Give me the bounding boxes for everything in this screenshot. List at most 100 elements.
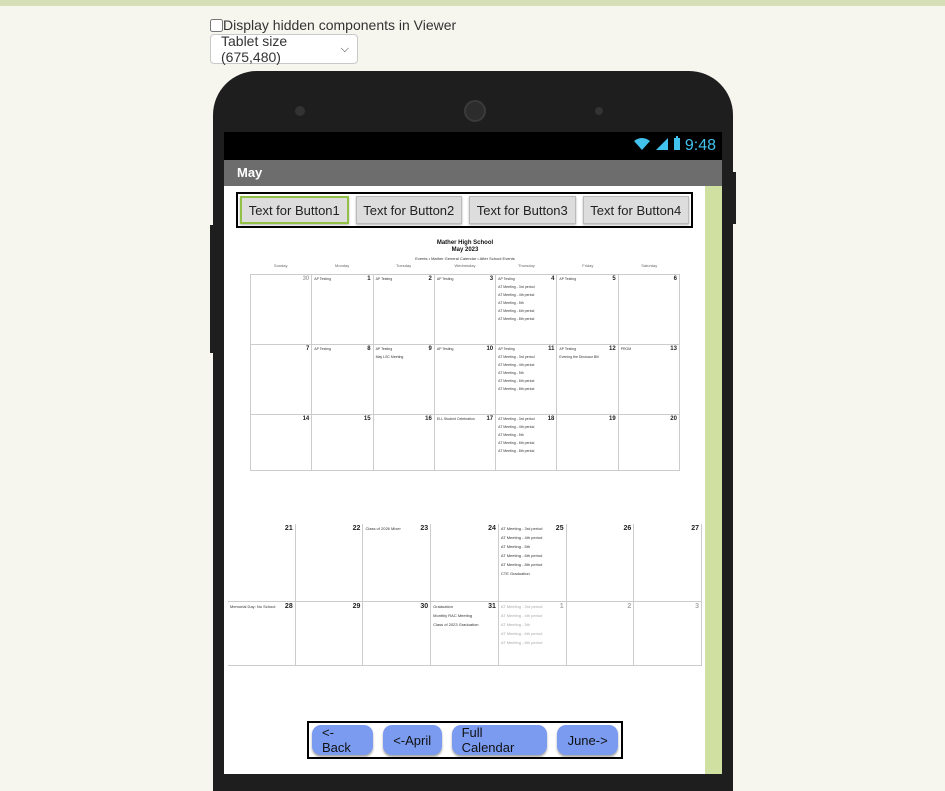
calendar-day-cell: 29 [295, 602, 364, 666]
screen-size-select[interactable]: Tablet size (675,480) ⌵ [210, 33, 358, 65]
calendar-week-row: 21 22 23 Class of 2026 Mixer 24 25 AT Meeting … [228, 524, 703, 602]
full-calendar-button[interactable]: Full Calendar [451, 725, 548, 755]
weekday-label: Thursday [518, 263, 535, 268]
calendar-day-cell: 11 AP Testing AT Meeting - 3rd period AT Me… [496, 345, 558, 415]
calendar-day-number: 22 [352, 525, 361, 532]
calendar-event: AT Meeting - 5th [500, 622, 531, 627]
screen-title: May [224, 160, 722, 186]
hidden-components-checkbox[interactable] [210, 18, 223, 32]
april-button[interactable]: <-April [382, 725, 442, 755]
calendar-event: AT Meeting - 6th period [498, 441, 535, 445]
calendar-day-number: 4 [551, 276, 555, 282]
calendar-day-number: 18 [547, 416, 555, 422]
calendar-event: Graduation [433, 604, 453, 609]
calendar-day-cell: 6 [618, 275, 680, 345]
calendar-event: Monthly RAC Meeting [433, 613, 473, 618]
calendar-day-number: 14 [302, 416, 310, 422]
calendar-day-number: 21 [284, 525, 293, 532]
calendar-day-number: 27 [691, 525, 700, 532]
calendar-event: AT Meeting - 8th period [500, 640, 543, 645]
calendar-event: AT Meeting - 6th period [498, 309, 535, 313]
calendar-event: AT Meeting - 6th period [500, 631, 543, 636]
calendar-week-row: 14 15 16 17 ELL Student Celebration 18 AT Meet… [251, 415, 680, 471]
calendar-day-cell: 1 AP Testing [312, 275, 374, 345]
calendar-event: AP Testing [559, 277, 577, 281]
calendar-event: AP Testing [314, 347, 331, 351]
calendar-event: AP Testing [498, 277, 515, 281]
calendar-event: AT Meeting - 5th [500, 544, 531, 549]
hidden-components-option[interactable]: Display hidden components in Viewer [210, 17, 456, 33]
calendar-day-cell: 23 Class of 2026 Mixer [363, 524, 432, 602]
status-time: 9:48 [684, 137, 716, 154]
calendar-day-number: 26 [623, 525, 632, 532]
calendar-school: Mather High School [436, 240, 494, 246]
calendar-event: AP Testing [498, 347, 515, 351]
calendar-event: AT Meeting - 8th period [498, 449, 535, 453]
calendar-day-number: 3 [489, 276, 494, 282]
calendar-image-top: Mather High School May 2023 Events • Mat… [250, 238, 680, 471]
calendar-event: Memorial Day: No School [230, 604, 276, 609]
calendar-day-cell: 14 [251, 415, 313, 471]
calendar-day-number: 28 [284, 603, 293, 610]
calendar-day-cell: 20 [618, 415, 680, 471]
calendar-event: AT Meeting - 3rd period [500, 604, 543, 609]
calendar-event: AT Meeting - 3rd period [498, 355, 535, 359]
status-bar: 9:48 [224, 132, 722, 160]
calendar-event: AT Meeting - 4th period [500, 613, 543, 618]
calendar-week-row: 30 1 AP Testing 2 AP Testing 3 AP Testing 4 AP T… [251, 275, 680, 345]
calendar-event: ELL Student Celebration [436, 417, 475, 421]
calendar-day-cell: 16 [373, 415, 435, 471]
chevron-down-icon: ⌵ [340, 42, 349, 55]
calendar-day-cell: 2 [566, 602, 635, 666]
calendar-day-cell: 21 [228, 524, 296, 602]
button4[interactable]: Text for Button4 [582, 196, 689, 224]
bottom-button-row: <-Back <-April Full Calendar June-> [307, 721, 623, 759]
calendar-day-number: 23 [420, 525, 429, 532]
calendar-day-number: 2 [627, 603, 632, 610]
hidden-components-label: Display hidden components in Viewer [223, 17, 457, 33]
calendar-day-cell: 24 [431, 524, 499, 602]
calendar-day-number: 30 [420, 603, 429, 610]
calendar-event: AP Testing [375, 347, 393, 351]
battery-icon [673, 136, 681, 156]
button2[interactable]: Text for Button2 [355, 196, 462, 224]
calendar-day-number: 30 [302, 276, 310, 282]
button3[interactable]: Text for Button3 [469, 196, 576, 224]
calendar-day-cell: 25 AT Meeting - 3rd period AT Meeting - 4t… [498, 524, 567, 602]
signal-icon [655, 137, 669, 156]
calendar-event: Class of 2023 Graduation [433, 622, 479, 627]
calendar-day-number: 11 [548, 346, 555, 352]
calendar-day-number: 2 [428, 276, 432, 282]
calendar-day-cell: 10 AP Testing [434, 345, 497, 415]
calendar-event: AP Testing [559, 347, 577, 351]
calendar-event: AT Meeting - 3rd period [500, 526, 543, 531]
phone-screen: 9:48 May Text for Button1 Text for Butto… [224, 132, 722, 774]
back-button[interactable]: <-Back [312, 725, 373, 755]
calendar-day-cell: 19 [557, 415, 619, 471]
weekday-label: Wednesday [454, 263, 476, 268]
calendar-day-cell: 27 [634, 524, 703, 602]
calendar-day-number: 12 [609, 346, 616, 352]
calendar-event: AT Meeting - 5th [498, 301, 524, 305]
calendar-day-number: 8 [367, 346, 371, 352]
calendar-event: Class of 2026 Mixer [365, 526, 401, 531]
calendar-event: Evening the Dinosaur Bill [559, 355, 599, 359]
button1[interactable]: Text for Button1 [240, 196, 349, 224]
calendar-event: AP Testing [314, 277, 331, 281]
screen-size-value: Tablet size (675,480) [221, 33, 288, 65]
calendar-day-cell: 17 ELL Student Celebration [434, 415, 497, 471]
speaker-icon [464, 100, 486, 122]
calendar-event: AP Testing [375, 277, 393, 281]
calendar-day-cell: 4 AP Testing AT Meeting - 3rd period AT Mee… [496, 275, 558, 345]
calendar-day-cell: 5 AP Testing [557, 275, 619, 345]
calendar-event: May LSC Meeting [375, 355, 404, 359]
calendar-day-cell: 30 [363, 602, 432, 666]
weekday-label: Saturday [641, 263, 658, 268]
calendar-event: AT Meeting - 8th period [498, 317, 535, 321]
calendar-week-row: 28 Memorial Day: No School 29 30 31 Graduatio… [228, 602, 703, 666]
june-button[interactable]: June-> [557, 725, 618, 755]
calendar-day-number: 16 [425, 416, 432, 422]
calendar-day-cell: 2 AP Testing [373, 275, 435, 345]
calendar-day-number: 7 [305, 346, 310, 352]
calendar-grid-top: 30 1 AP Testing 2 AP Testing 3 AP Testing 4 AP T… [250, 274, 680, 471]
